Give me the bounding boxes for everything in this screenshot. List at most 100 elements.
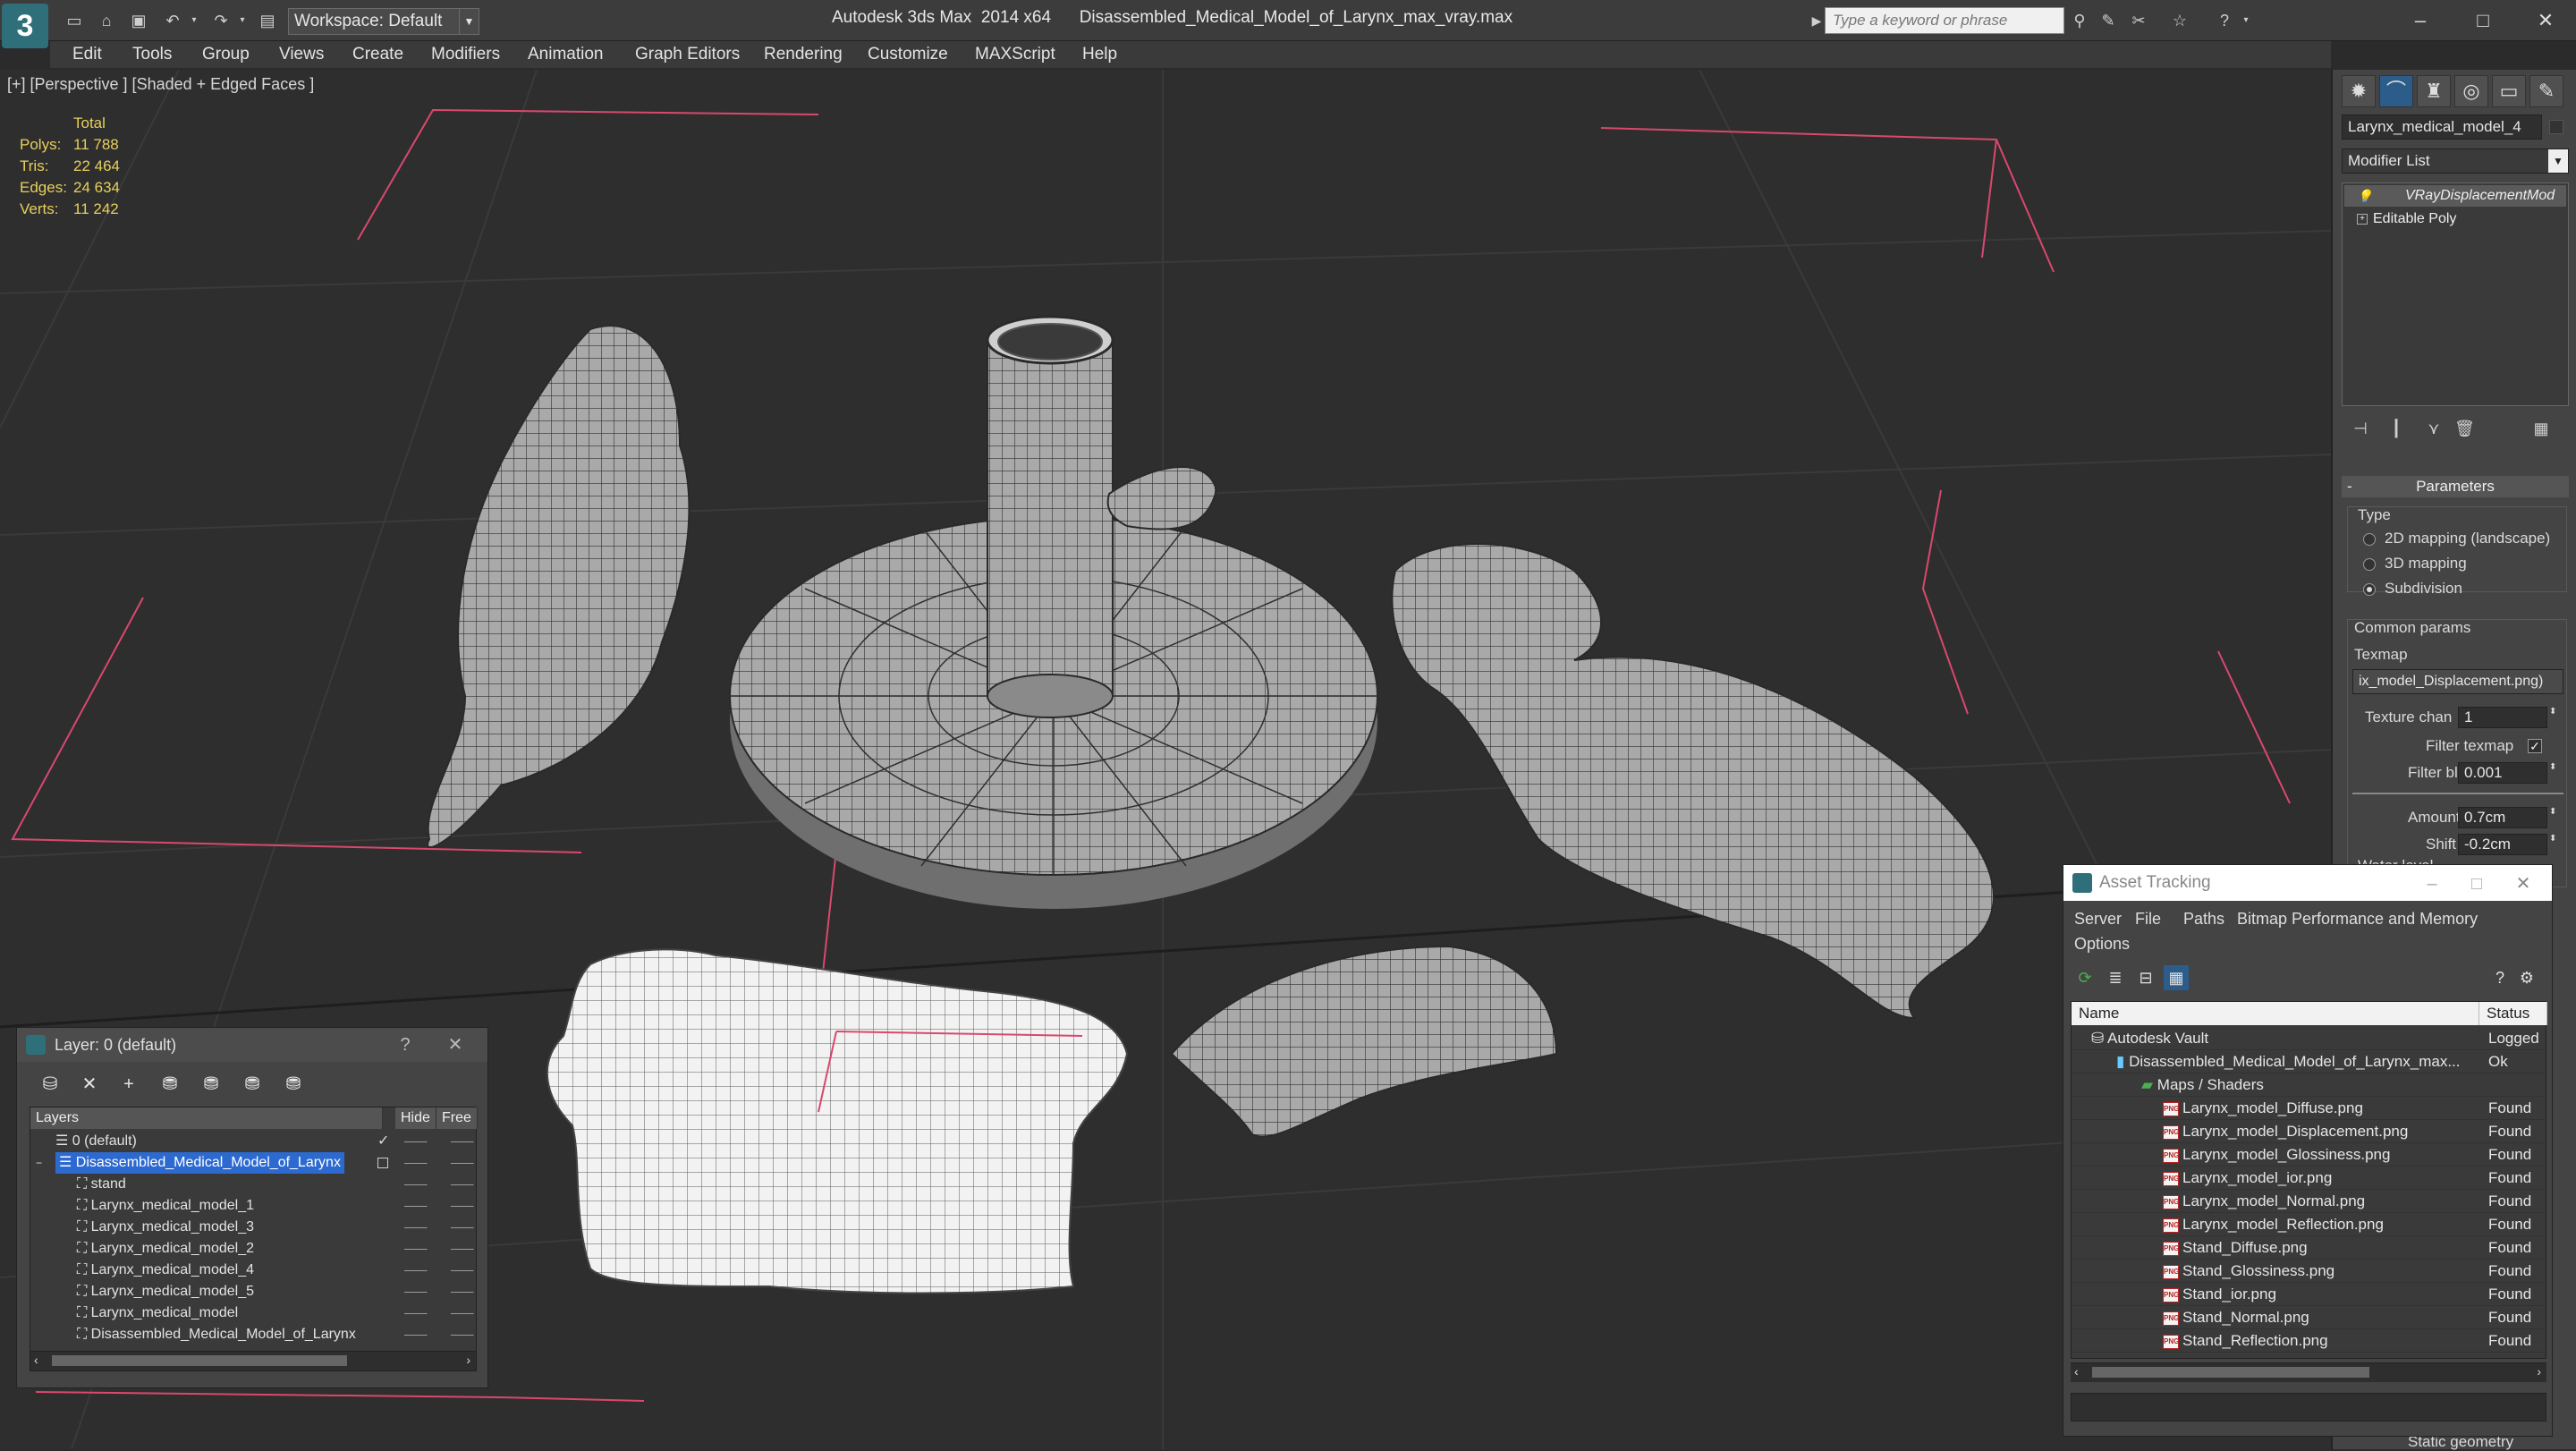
asset-row[interactable]: PNG Larynx_model_Glossiness.png Found (2072, 1143, 2547, 1167)
list-view-icon[interactable]: ≣ (2103, 965, 2128, 990)
menu-rendering[interactable]: Rendering (764, 45, 843, 64)
scroll-left-icon[interactable]: ‹ (2074, 1364, 2079, 1379)
freeze-toggle[interactable]: ─── (451, 1152, 474, 1174)
hide-toggle[interactable]: ─── (404, 1152, 428, 1174)
menu-group[interactable]: Group (202, 45, 250, 64)
communication-center-icon[interactable]: ✎ (2098, 11, 2118, 30)
help-icon[interactable]: ? (2487, 965, 2512, 990)
asset-row[interactable]: PNG Larynx_model_Normal.png Found (2072, 1190, 2547, 1213)
tree-view-icon[interactable]: ⊟ (2133, 965, 2158, 990)
app-logo-button[interactable]: 3 (2, 4, 48, 48)
larynx-model-3-selected[interactable] (546, 948, 1129, 1294)
parameters-rollout-header[interactable]: - Parameters (2342, 476, 2569, 497)
scroll-right-icon[interactable]: › (466, 1353, 470, 1367)
asset-path-field[interactable] (2071, 1393, 2546, 1421)
menu-paths[interactable]: Paths (2183, 910, 2224, 929)
add-selected-icon[interactable]: + (115, 1071, 142, 1098)
close-button[interactable]: ✕ (2519, 5, 2572, 36)
object-row[interactable]: ⛶ Disassembled_Medical_Model_of_Larynx ──… (30, 1324, 478, 1345)
asset-row[interactable]: ⛁ Autodesk Vault Logged (2072, 1027, 2547, 1050)
asset-row[interactable]: PNG Stand_Normal.png Found (2072, 1306, 2547, 1329)
asset-row[interactable]: PNG Larynx_model_ior.png Found (2072, 1167, 2547, 1190)
object-name-field[interactable]: Larynx_medical_model_4 (2342, 115, 2542, 140)
menu-server[interactable]: Server (2074, 910, 2122, 929)
hide-toggle[interactable]: ─── (404, 1174, 428, 1195)
column-header-name[interactable]: Name (2072, 1002, 2479, 1025)
freeze-toggle[interactable]: ─── (451, 1195, 474, 1217)
asset-row[interactable]: PNG Stand_Diffuse.png Found (2072, 1236, 2547, 1260)
layer-row-selected[interactable]: − ☰ Disassembled_Medical_Model_of_Larynx… (30, 1152, 478, 1174)
object-row[interactable]: ⛶ Larynx_medical_model_4 ─── ─── (30, 1260, 478, 1281)
freeze-toggle[interactable]: ─── (451, 1217, 474, 1238)
show-end-result-icon[interactable]: ┃ (2386, 419, 2406, 438)
hide-toggle[interactable]: ─── (404, 1281, 428, 1303)
current-layer-check-icon[interactable]: ✓ (377, 1131, 389, 1152)
expand-plus-icon[interactable]: + (2357, 214, 2368, 225)
binoculars-icon[interactable]: ⚲ (2070, 11, 2089, 30)
hide-toggle[interactable]: ─── (404, 1260, 428, 1281)
asset-row[interactable]: ▮ Disassembled_Medical_Model_of_Larynx_m… (2072, 1050, 2547, 1073)
hide-toggle[interactable]: ─── (404, 1131, 428, 1152)
help-icon[interactable]: ? (389, 1028, 421, 1062)
delete-layer-icon[interactable]: ✕ (76, 1071, 103, 1098)
undo-dropdown-icon[interactable]: ▾ (184, 11, 204, 30)
larynx-model-1[interactable] (427, 325, 691, 849)
modify-tab-icon[interactable]: ⌒ (2379, 75, 2413, 107)
hide-toggle[interactable]: ─── (404, 1238, 428, 1260)
hide-toggle[interactable]: ─── (404, 1324, 428, 1345)
maximize-button[interactable]: □ (2461, 867, 2493, 901)
texmap-button[interactable]: ix_model_Displacement.png) (2352, 669, 2563, 694)
column-header-status[interactable]: Status (2479, 1002, 2547, 1025)
undo-icon[interactable]: ↶ (163, 11, 182, 30)
menu-views[interactable]: Views (279, 45, 324, 64)
scroll-thumb[interactable] (52, 1355, 347, 1366)
redo-icon[interactable]: ↷ (211, 11, 231, 30)
scroll-right-icon[interactable]: › (2537, 1364, 2541, 1379)
close-button[interactable]: ✕ (2507, 867, 2539, 901)
freeze-toggle[interactable]: ─── (451, 1303, 474, 1324)
connect-icon[interactable]: ✂ (2129, 11, 2148, 30)
object-row[interactable]: ⛶ Larynx_medical_model_2 ─── ─── (30, 1238, 478, 1260)
spinner-arrows-icon[interactable]: ⬍ (2549, 807, 2556, 817)
minimize-button[interactable]: – (2394, 5, 2447, 36)
horizontal-scrollbar[interactable]: ‹ › (30, 1351, 476, 1370)
menu-help[interactable]: Help (1082, 45, 1117, 64)
asset-row[interactable]: PNG Larynx_model_Diffuse.png Found (2072, 1097, 2547, 1120)
freeze-toggle[interactable]: ─── (451, 1238, 474, 1260)
collapse-icon[interactable]: − (36, 1152, 42, 1174)
asset-row[interactable]: PNG Stand_Reflection.png Found (2072, 1329, 2547, 1353)
modifier-list-dropdown[interactable]: Modifier List ▼ (2342, 148, 2569, 174)
modifier-stack-item[interactable]: + Editable Poly (2344, 208, 2566, 230)
freeze-toggle[interactable]: ─── (451, 1324, 474, 1345)
object-color-swatch[interactable] (2549, 120, 2563, 134)
lightbulb-icon[interactable]: 💡 (2357, 185, 2372, 207)
table-view-icon[interactable]: ▦ (2164, 965, 2189, 990)
object-row[interactable]: ⛶ Larynx_medical_model ─── ─── (30, 1303, 478, 1324)
menu-edit[interactable]: Edit (72, 45, 102, 64)
filter-texmap-checkbox[interactable]: ✓ (2528, 739, 2542, 753)
remove-modifier-icon[interactable]: 🗑 (2454, 419, 2475, 438)
open-file-icon[interactable]: ⌂ (97, 11, 116, 30)
menu-customize[interactable]: Customize (868, 45, 948, 64)
highlight-selected-icon[interactable]: ⛃ (198, 1071, 225, 1098)
asset-row[interactable]: PNG Stand_Glossiness.png Found (2072, 1260, 2547, 1283)
current-layer-box-icon[interactable] (377, 1158, 388, 1168)
help-dropdown-icon[interactable]: ▾ (2236, 11, 2256, 30)
motion-tab-icon[interactable]: ◎ (2454, 75, 2488, 107)
spinner-arrows-icon[interactable]: ⬍ (2549, 834, 2556, 844)
settings-help-icon[interactable]: ⚙ (2514, 965, 2539, 990)
larynx-model-4[interactable] (1391, 543, 1995, 1020)
object-row[interactable]: ⛶ stand ─── ─── (30, 1174, 478, 1195)
menu-graph-editors[interactable]: Graph Editors (635, 45, 740, 64)
larynx-model-small[interactable] (1106, 466, 1218, 530)
workspace-dropdown[interactable]: Workspace: Default ▼ (288, 8, 479, 35)
object-row[interactable]: ⛶ Larynx_medical_model_3 ─── ─── (30, 1217, 478, 1238)
hide-toggle[interactable]: ─── (404, 1195, 428, 1217)
asset-row[interactable]: ▰ Maps / Shaders (2072, 1073, 2547, 1097)
menu-maxscript[interactable]: MAXScript (975, 45, 1055, 64)
radio-subdivision[interactable] (2363, 583, 2376, 596)
project-folder-icon[interactable]: ▤ (258, 11, 277, 30)
search-expand-icon[interactable]: ▶ (1807, 11, 1826, 30)
scroll-left-icon[interactable]: ‹ (34, 1353, 38, 1367)
spinner-arrows-icon[interactable]: ⬍ (2549, 762, 2556, 772)
